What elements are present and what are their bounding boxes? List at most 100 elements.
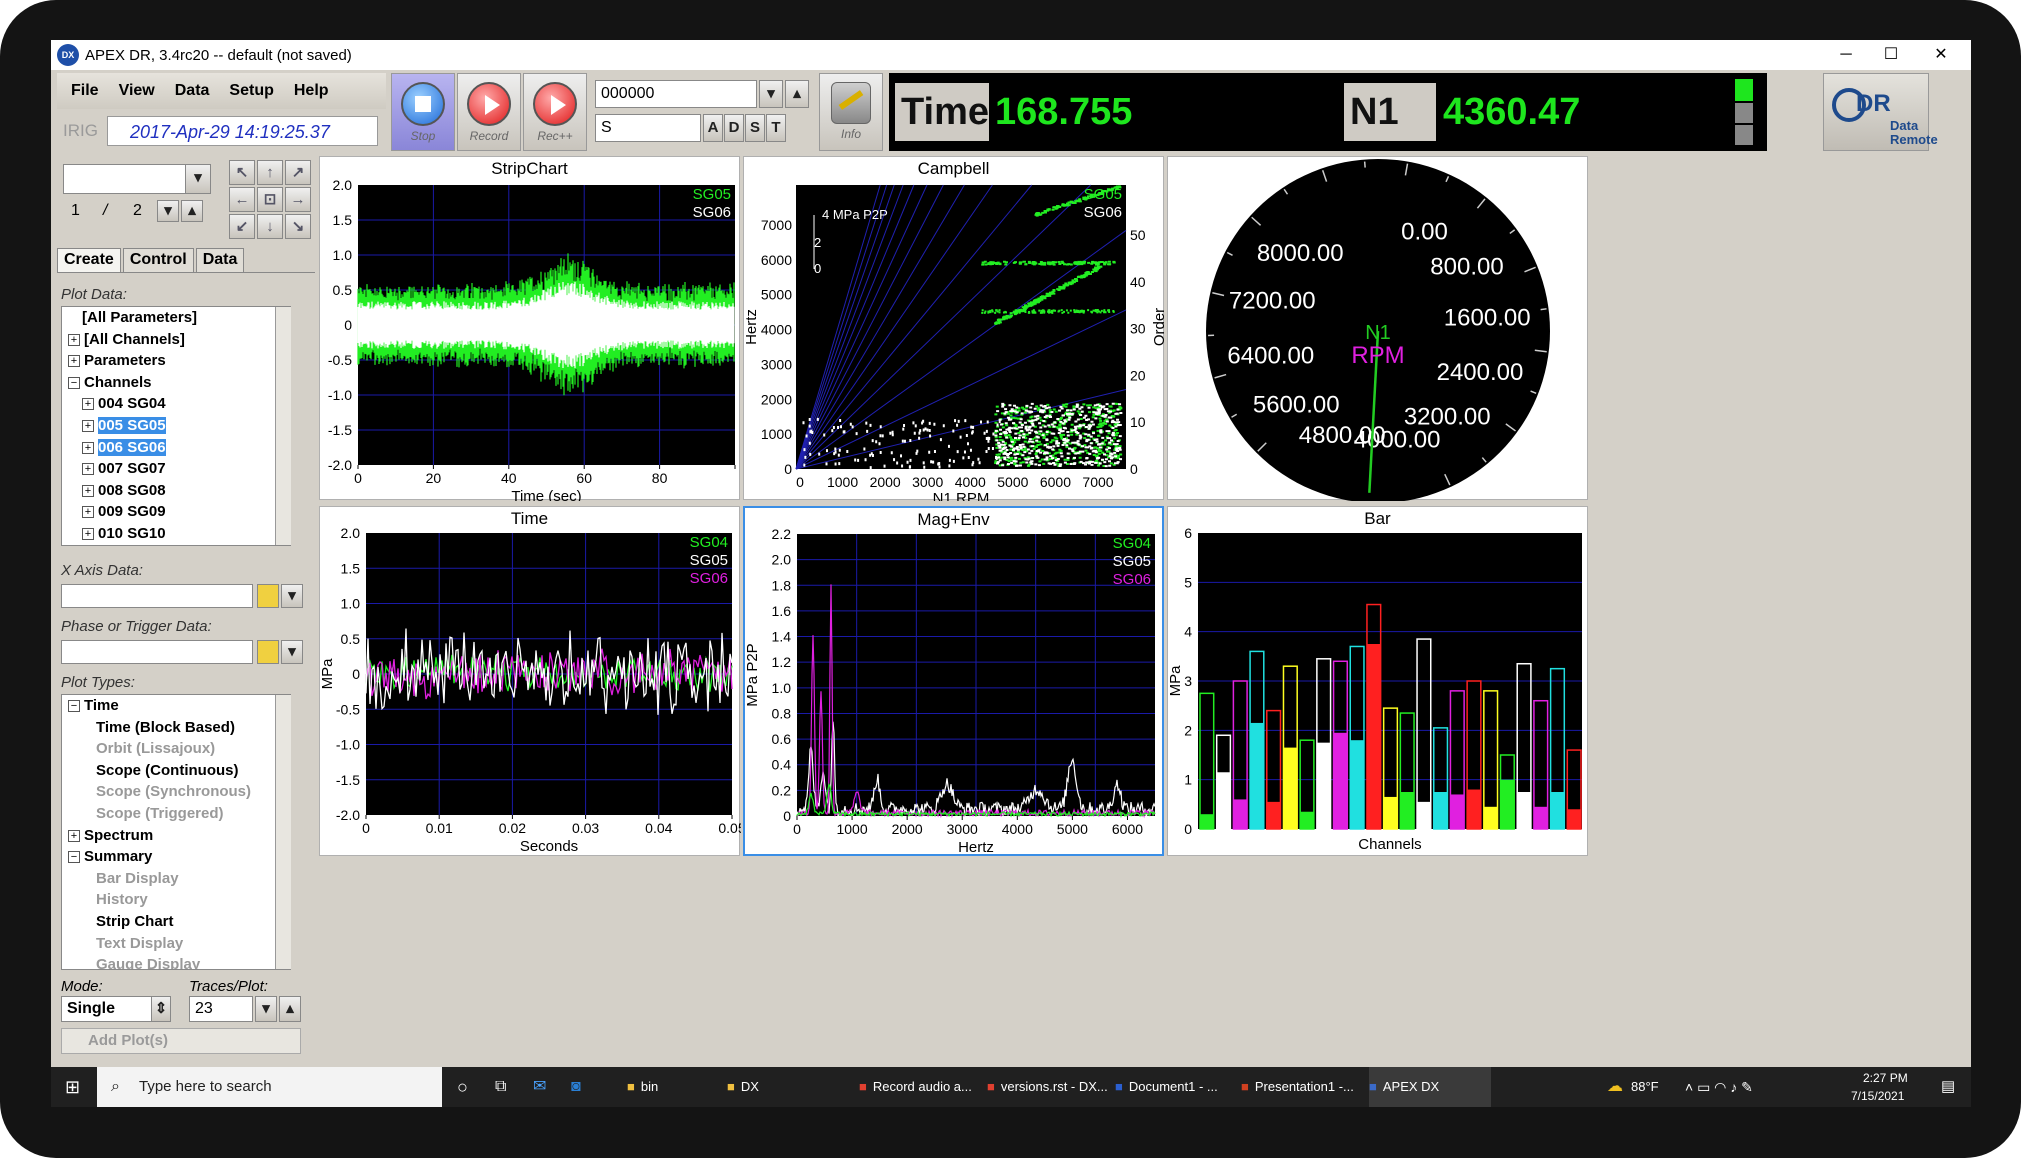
temperature[interactable]: 88°F: [1631, 1067, 1659, 1107]
tree-item[interactable]: + Spectrum: [62, 825, 290, 847]
mode-dropdown-icon[interactable]: ⇕: [151, 996, 171, 1022]
traces-field[interactable]: 23: [189, 996, 253, 1022]
view-dropdown-icon[interactable]: ▾: [185, 164, 211, 194]
menu-file[interactable]: File: [71, 82, 99, 100]
x-axis-clear-icon[interactable]: ▾: [281, 584, 303, 608]
taskbar-app[interactable]: ■ Document1 - ...: [1115, 1067, 1237, 1107]
phase-clear-icon[interactable]: ▾: [281, 640, 303, 664]
expand-icon[interactable]: +: [82, 527, 94, 540]
view-select[interactable]: [63, 164, 189, 194]
expand-icon[interactable]: +: [68, 829, 80, 842]
tab-create[interactable]: Create: [57, 248, 121, 272]
tree-item[interactable]: +009 SG09: [62, 501, 290, 523]
clock-date[interactable]: 7/15/2021: [1851, 1087, 1904, 1107]
tree-item[interactable]: + Parameters: [62, 350, 290, 372]
collapse-icon[interactable]: −: [68, 376, 80, 389]
tab-control[interactable]: Control: [122, 248, 194, 272]
phase-pick-icon[interactable]: [257, 640, 279, 664]
run-down-icon[interactable]: ▾: [759, 80, 783, 108]
rec-plus-plus-button[interactable]: Rec++: [523, 73, 587, 151]
menu-data[interactable]: Data: [175, 82, 210, 100]
adst-a-button[interactable]: A: [703, 114, 723, 142]
record-button[interactable]: Record: [457, 73, 521, 151]
windows-start-icon[interactable]: ⊞: [65, 1067, 80, 1107]
gauge-svg[interactable]: 0.00800.001600.002400.003200.004000.0048…: [1168, 157, 1589, 501]
expand-icon[interactable]: +: [82, 506, 94, 519]
cortana-icon[interactable]: ○: [457, 1067, 468, 1107]
expand-icon[interactable]: +: [82, 441, 94, 454]
nav-right-icon[interactable]: →: [285, 187, 311, 212]
tree-item[interactable]: Strip Chart: [62, 911, 290, 933]
campbell-svg[interactable]: 4 MPa P2P200 1000 2000 3000 4000 5000 6000 7000…: [744, 157, 1165, 501]
nav-down-icon[interactable]: ↓: [257, 214, 283, 239]
nav-up-left-icon[interactable]: ↖: [229, 160, 255, 185]
outlook-icon[interactable]: ◙: [571, 1067, 581, 1107]
traces-down-icon[interactable]: ▾: [255, 996, 277, 1022]
tree-item[interactable]: − Time: [62, 695, 290, 717]
system-tray-icons[interactable]: ˄ ▭ ◠ ♪ ✎: [1685, 1067, 1753, 1107]
x-axis-pick-icon[interactable]: [257, 584, 279, 608]
nav-up-icon[interactable]: ↑: [257, 160, 283, 185]
time-svg[interactable]: 0 0.01 0.02 0.03 0.04 0.05 2.0 1.5 1.0 0.5 0 -0.5 -1…: [320, 507, 741, 857]
s-field[interactable]: S: [595, 114, 701, 142]
taskbar-app[interactable]: ■ Presentation1 -...: [1241, 1067, 1363, 1107]
tree-item[interactable]: +005 SG05: [62, 415, 290, 437]
tree-item[interactable]: + [All Channels]: [62, 329, 290, 351]
taskbar-app[interactable]: ■ DX: [727, 1067, 849, 1107]
nav-up-right-icon[interactable]: ↗: [285, 160, 311, 185]
run-up-icon[interactable]: ▴: [785, 80, 809, 108]
tab-data[interactable]: Data: [195, 248, 245, 272]
taskbar-app[interactable]: ■ APEX DX: [1369, 1067, 1491, 1107]
menu-view[interactable]: View: [119, 82, 155, 100]
collapse-icon[interactable]: −: [68, 851, 80, 864]
traces-up-icon[interactable]: ▴: [279, 996, 301, 1022]
tree-item[interactable]: Scope (Synchronous): [62, 781, 290, 803]
tree-item[interactable]: Scope (Triggered): [62, 803, 290, 825]
tree-item[interactable]: Orbit (Lissajoux): [62, 738, 290, 760]
collapse-icon[interactable]: −: [68, 700, 80, 713]
notifications-icon[interactable]: ▤: [1941, 1067, 1955, 1107]
stripchart-svg[interactable]: 0 20 40 60 80 2.0 1.5 1.0 0.5 0 -0.5 -1.0 -1.5 -2.0 SG…: [320, 157, 741, 501]
expand-icon[interactable]: +: [82, 420, 94, 432]
taskbar-search[interactable]: Type here to search: [97, 1067, 442, 1107]
x-axis-field[interactable]: [61, 584, 253, 608]
add-plots-button[interactable]: Add Plot(s): [61, 1028, 301, 1054]
expand-icon[interactable]: +: [82, 484, 94, 497]
tree-item[interactable]: +004 SG04: [62, 393, 290, 415]
adst-t-button[interactable]: T: [766, 114, 786, 142]
tree-item[interactable]: − Channels: [62, 372, 290, 394]
tree-item[interactable]: Gauge Display: [62, 954, 290, 969]
plot-types-scrollbar[interactable]: [275, 695, 291, 969]
tree-item[interactable]: +007 SG07: [62, 458, 290, 480]
nav-down-right-icon[interactable]: ↘: [285, 214, 311, 239]
taskbar-app[interactable]: ■ Record audio a...: [859, 1067, 981, 1107]
expand-icon[interactable]: +: [68, 355, 80, 368]
tree-item[interactable]: +006 SG06: [62, 437, 290, 459]
plot-data-scrollbar[interactable]: [275, 307, 291, 545]
task-view-icon[interactable]: ⧉: [495, 1067, 506, 1107]
page-up-icon[interactable]: ▴: [181, 200, 203, 222]
maximize-button[interactable]: ☐: [1863, 40, 1919, 70]
tree-item[interactable]: Scope (Continuous): [62, 760, 290, 782]
tree-item[interactable]: History: [62, 889, 290, 911]
bar-svg[interactable]: 6 5 4 3 2 1 0 Channels MPa: [1168, 507, 1589, 857]
tree-item[interactable]: +010 SG10: [62, 523, 290, 545]
taskbar-app[interactable]: ■ versions.rst - DX...: [987, 1067, 1109, 1107]
nav-left-icon[interactable]: ←: [229, 187, 255, 212]
expand-icon[interactable]: +: [82, 463, 94, 476]
adst-s-button[interactable]: S: [745, 114, 765, 142]
expand-icon[interactable]: +: [82, 398, 94, 411]
close-button[interactable]: ✕: [1913, 40, 1969, 70]
page-down-icon[interactable]: ▾: [157, 200, 179, 222]
nav-center-icon[interactable]: ⊡: [257, 187, 283, 212]
adst-d-button[interactable]: D: [724, 114, 744, 142]
tree-item[interactable]: − Summary: [62, 846, 290, 868]
phase-field[interactable]: [61, 640, 253, 664]
tree-item[interactable]: Bar Display: [62, 868, 290, 890]
tree-item[interactable]: Text Display: [62, 933, 290, 955]
info-button[interactable]: Info: [819, 73, 883, 151]
menu-help[interactable]: Help: [294, 82, 329, 100]
expand-icon[interactable]: +: [68, 333, 80, 346]
nav-down-left-icon[interactable]: ↙: [229, 214, 255, 239]
mag-env-svg[interactable]: 0 1000 2000 3000 4000 5000 6000 2.2 2.0 1.8 1.6 1.4…: [745, 508, 1162, 854]
